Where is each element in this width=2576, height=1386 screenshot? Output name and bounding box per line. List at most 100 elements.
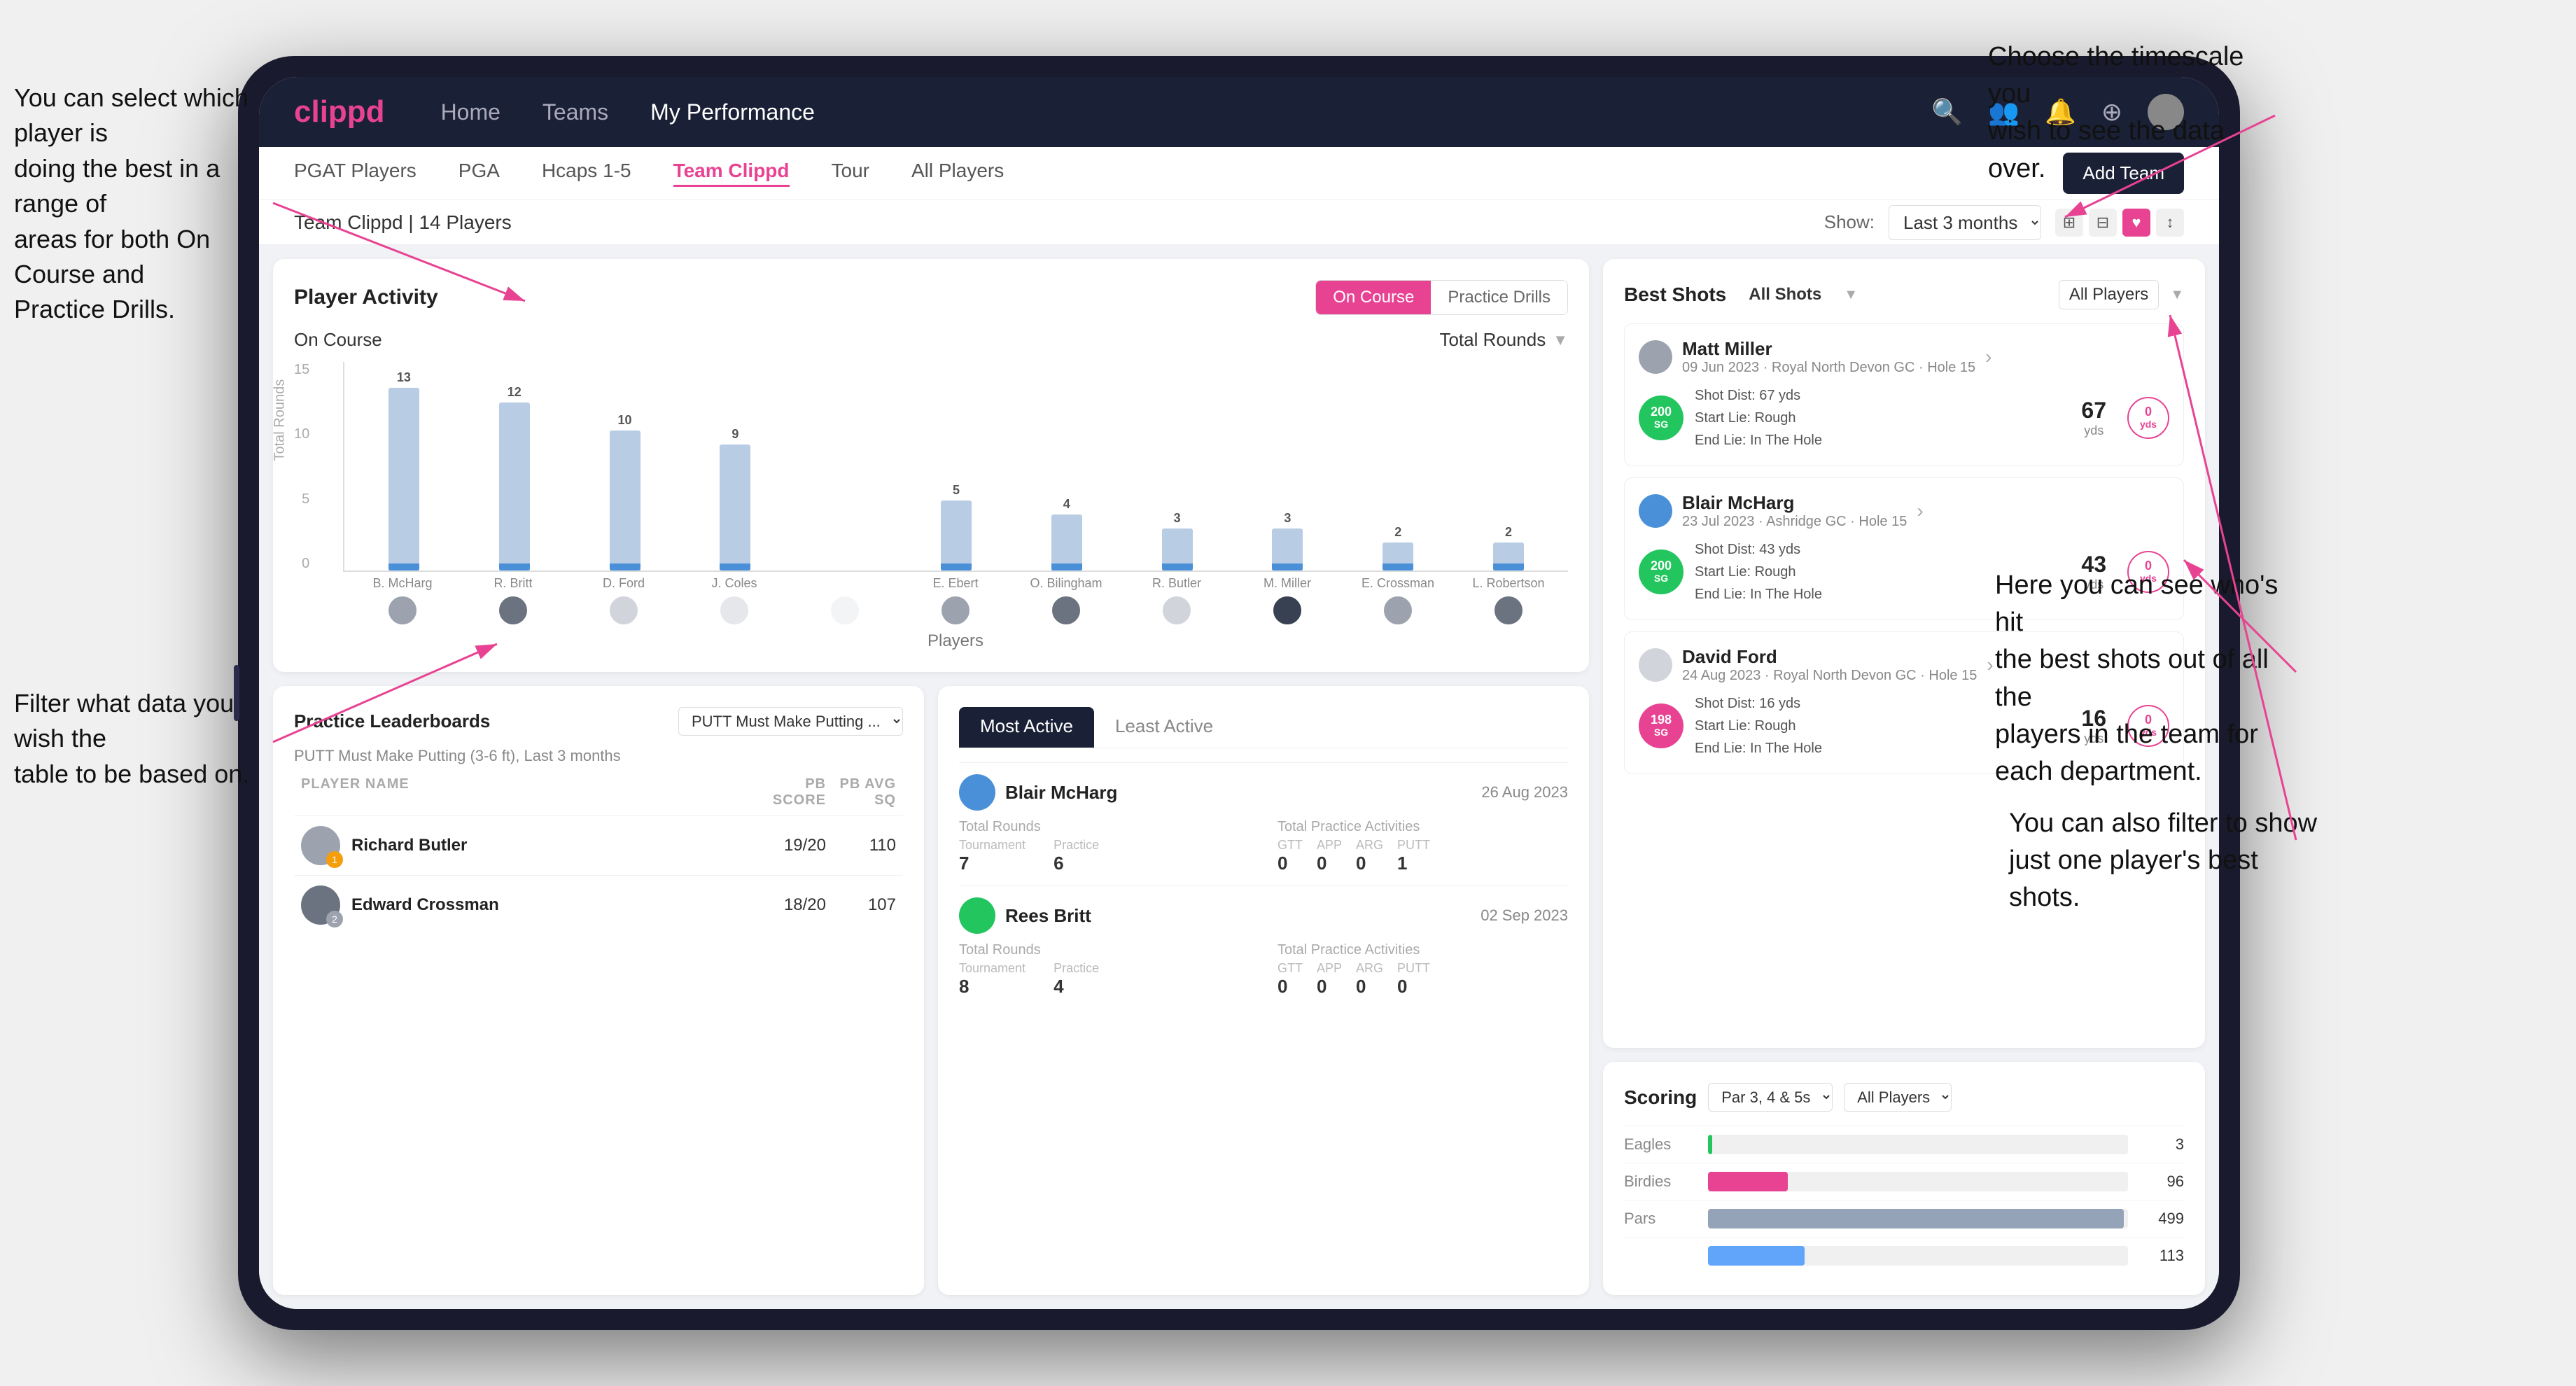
x-label-3: J. Coles	[680, 576, 788, 591]
lb-score-1: 18/20	[756, 895, 826, 915]
arg-label-1: ARG	[1356, 961, 1383, 976]
on-course-toggle[interactable]: On Course	[1316, 281, 1431, 314]
sort-view-icon[interactable]: ↕	[2156, 209, 2184, 237]
scoring-eagles-label: Eagles	[1624, 1135, 1708, 1154]
bar-o-billingham: 4	[1013, 497, 1121, 570]
annotation-top-right: Choose the timescale you wish to see the…	[1988, 38, 2282, 188]
bar-empty: 0	[792, 553, 899, 570]
lb-avg-1: 107	[826, 895, 896, 915]
nav-my-performance[interactable]: My Performance	[650, 99, 815, 125]
y-axis-0: 0	[302, 556, 309, 572]
scoring-header: Scoring Par 3, 4 & 5s All Players	[1624, 1083, 2184, 1112]
y-axis-15: 15	[294, 362, 309, 378]
player-avatar-1	[498, 595, 528, 626]
scoring-par-dropdown[interactable]: Par 3, 4 & 5s	[1708, 1083, 1833, 1112]
practice-dropdown[interactable]: PUTT Must Make Putting ...	[678, 707, 903, 736]
practice-drills-toggle[interactable]: Practice Drills	[1431, 281, 1567, 314]
arg-label: ARG	[1356, 838, 1383, 853]
pai-header-1: Rees Britt 02 Sep 2023	[959, 897, 1568, 934]
show-controls: Show: Last 3 months Last 6 months Last y…	[1824, 205, 2184, 240]
scoring-players-dropdown[interactable]: All Players	[1844, 1083, 1952, 1112]
arg-val-0: 0	[1356, 853, 1383, 874]
scoring-eagles-bar-wrap	[1708, 1135, 2128, 1154]
time-filter-dropdown[interactable]: Last 3 months Last 6 months Last year	[1889, 205, 2041, 240]
pai-practice-group-1: Total Practice Activities GTT 0 APP	[1278, 942, 1568, 997]
sub-nav-hcaps[interactable]: Hcaps 1-5	[542, 160, 631, 187]
scoring-pars-bar-wrap	[1708, 1209, 2128, 1228]
practice-label-1: Practice	[1054, 961, 1099, 976]
avatar-wrap-2	[570, 595, 678, 626]
sub-navigation: PGAT Players PGA Hcaps 1-5 Team Clippd T…	[259, 147, 2219, 200]
active-tabs: Most Active Least Active	[959, 707, 1568, 748]
bar-chart: 13 12	[343, 362, 1568, 572]
shot-avatar-0	[1639, 340, 1672, 374]
gtt-label: GTT	[1278, 838, 1303, 853]
sub-nav-tour[interactable]: Tour	[832, 160, 869, 187]
most-active-tab[interactable]: Most Active	[959, 707, 1094, 748]
pai-avatar-1	[959, 897, 995, 934]
app-val-1: 0	[1317, 976, 1342, 997]
shot-player-name-2: David Ford	[1682, 646, 1977, 668]
team-title: Team Clippd | 14 Players	[294, 211, 1824, 234]
app-val-0: 0	[1317, 853, 1342, 874]
on-course-label: On Course	[294, 329, 382, 351]
sub-nav-pga[interactable]: PGA	[458, 160, 500, 187]
tablet-screen: clippd Home Teams My Performance 🔍 👥 🔔 ⊕…	[259, 77, 2219, 1309]
pai-stats-1: Total Rounds Tournament 8 Practice	[959, 942, 1568, 997]
player-avatar-7	[1161, 595, 1192, 626]
x-label-10: L. Robertson	[1455, 576, 1562, 591]
pai-name-0: Blair McHarg	[1005, 782, 1481, 804]
y-axis-5: 5	[302, 491, 309, 507]
arg-val-1: 0	[1356, 976, 1383, 997]
shot-player-sub-1: 23 Jul 2023 · Ashridge GC · Hole 15	[1682, 514, 1907, 530]
lb-avatar-0: 1	[301, 826, 340, 865]
sub-nav-all-players[interactable]: All Players	[911, 160, 1004, 187]
annotation-right-bottom: You can also filter to show just one pla…	[2009, 805, 2331, 917]
shot-badge-1: 200 SG	[1639, 550, 1684, 594]
bar-l-robertson: 2	[1455, 525, 1562, 570]
shot-player-0: Matt Miller 09 Jun 2023 · Royal North De…	[1639, 338, 2169, 376]
shot-chevron-2[interactable]: ›	[1987, 654, 1993, 676]
all-shots-tab[interactable]: All Shots	[1737, 281, 1833, 309]
sub-nav-team-clippd[interactable]: Team Clippd	[673, 160, 790, 187]
avatar-wrap-8	[1233, 595, 1341, 626]
pai-rounds-sublabels-1: Tournament 8 Practice 4	[959, 961, 1250, 997]
lb-score-0: 19/20	[756, 836, 826, 855]
all-players-dropdown[interactable]: All Players	[2059, 280, 2159, 309]
player-avatar-6	[1051, 595, 1082, 626]
players-dropdown-arrow[interactable]: ▼	[2170, 287, 2184, 303]
player-avatar-10	[1493, 595, 1524, 626]
scoring-title: Scoring	[1624, 1086, 1697, 1109]
leaderboard-row-0: 1 Richard Butler 19/20 110	[294, 816, 903, 875]
col-player-name: PLAYER NAME	[301, 776, 756, 808]
shot-player-info-0: Matt Miller 09 Jun 2023 · Royal North De…	[1682, 338, 1975, 376]
search-icon[interactable]: 🔍	[1931, 97, 1963, 127]
list-view-icon[interactable]: ⊟	[2089, 209, 2117, 237]
least-active-tab[interactable]: Least Active	[1094, 707, 1234, 748]
nav-home[interactable]: Home	[441, 99, 500, 125]
shot-player-1: Blair McHarg 23 Jul 2023 · Ashridge GC ·…	[1639, 492, 2169, 530]
player-activity-card: Player Activity On Course Practice Drill…	[273, 259, 1589, 672]
pai-rounds-label-0: Total Rounds	[959, 819, 1250, 835]
avatar-wrap-4	[791, 595, 899, 626]
shot-chevron-0[interactable]: ›	[1985, 346, 1991, 368]
avatar-wrap-10	[1455, 595, 1562, 626]
nav-teams[interactable]: Teams	[542, 99, 608, 125]
shot-chevron-1[interactable]: ›	[1917, 500, 1923, 522]
chart-dropdown-arrow[interactable]: ▼	[1553, 331, 1568, 349]
lb-rank-badge-1: 2	[326, 911, 343, 927]
shot-player-name-0: Matt Miller	[1682, 338, 1975, 360]
favorite-view-icon[interactable]: ♥	[2122, 209, 2150, 237]
scoring-eagles-bar	[1708, 1135, 1712, 1154]
pai-date-1: 02 Sep 2023	[1480, 906, 1568, 925]
sub-nav-links: PGAT Players PGA Hcaps 1-5 Team Clippd T…	[294, 160, 2063, 187]
shot-player-sub-0: 09 Jun 2023 · Royal North Devon GC · Hol…	[1682, 360, 1975, 376]
shots-dropdown-arrow[interactable]: ▼	[1844, 287, 1858, 303]
sub-nav-pgat[interactable]: PGAT Players	[294, 160, 416, 187]
putt-label-1: PUTT	[1397, 961, 1430, 976]
activity-item-0: Blair McHarg 26 Aug 2023 Total Rounds To…	[959, 762, 1568, 886]
chart-x-title: Players	[343, 631, 1568, 651]
grid-view-icon[interactable]: ⊞	[2055, 209, 2083, 237]
best-shots-header: Best Shots All Shots ▼ All Players ▼	[1624, 280, 2184, 309]
player-activity-header: Player Activity On Course Practice Drill…	[294, 280, 1568, 315]
